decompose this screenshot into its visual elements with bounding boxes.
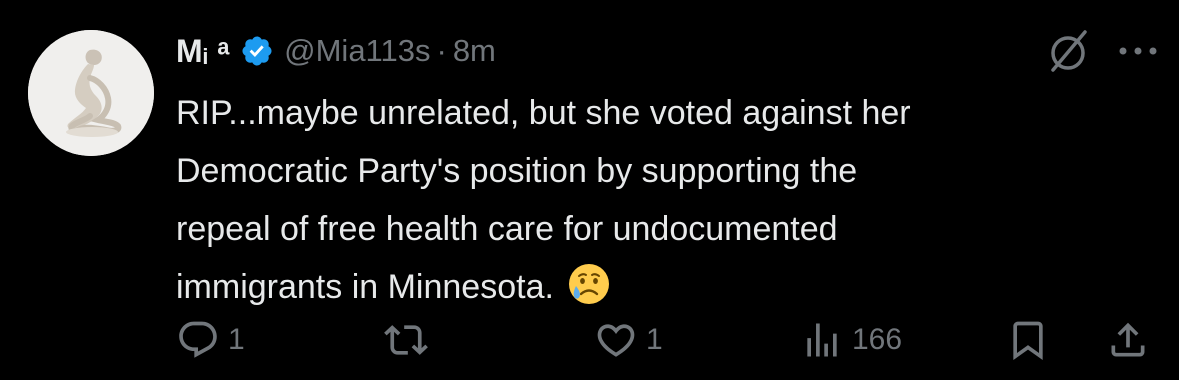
retweet-button[interactable]: [384, 315, 436, 365]
tweet-header: Mᵢ ᵃ @Mia113s · 8m: [176, 28, 1159, 74]
reply-icon: [179, 321, 217, 358]
tweet-text: RIP...maybe unrelated, but she voted aga…: [176, 84, 1156, 316]
timestamp[interactable]: 8m: [453, 33, 496, 69]
display-name[interactable]: Mᵢ ᵃ: [176, 33, 230, 70]
tweet-body: RIP...maybe unrelated, but she voted aga…: [176, 94, 911, 306]
views-chart-icon: [807, 323, 837, 357]
handle[interactable]: @Mia113s: [284, 33, 430, 69]
like-count: 1: [646, 323, 663, 356]
more-options-icon[interactable]: [1117, 41, 1159, 61]
verified-badge-icon[interactable]: [240, 34, 274, 68]
bookmark-icon: [1013, 321, 1043, 361]
separator-dot: ·: [436, 33, 447, 68]
avatar[interactable]: [28, 30, 154, 156]
views-count: 166: [852, 323, 903, 356]
share-icon: [1111, 322, 1145, 357]
reply-count: 1: [228, 323, 245, 356]
figure-sculpture-image: [28, 30, 154, 156]
grok-icon[interactable]: [1043, 26, 1093, 76]
bookmark-button[interactable]: [1006, 315, 1050, 365]
reply-button[interactable]: 1: [176, 315, 245, 365]
views-button[interactable]: 166: [800, 315, 902, 365]
like-button[interactable]: 1: [594, 315, 663, 365]
heart-icon: [597, 324, 635, 357]
sad-but-relieved-face-icon: [569, 264, 610, 304]
retweet-icon: [384, 325, 428, 355]
action-bar: 1 1 166: [176, 315, 1159, 365]
header-icons: [1043, 26, 1159, 76]
share-button[interactable]: [1106, 315, 1150, 365]
